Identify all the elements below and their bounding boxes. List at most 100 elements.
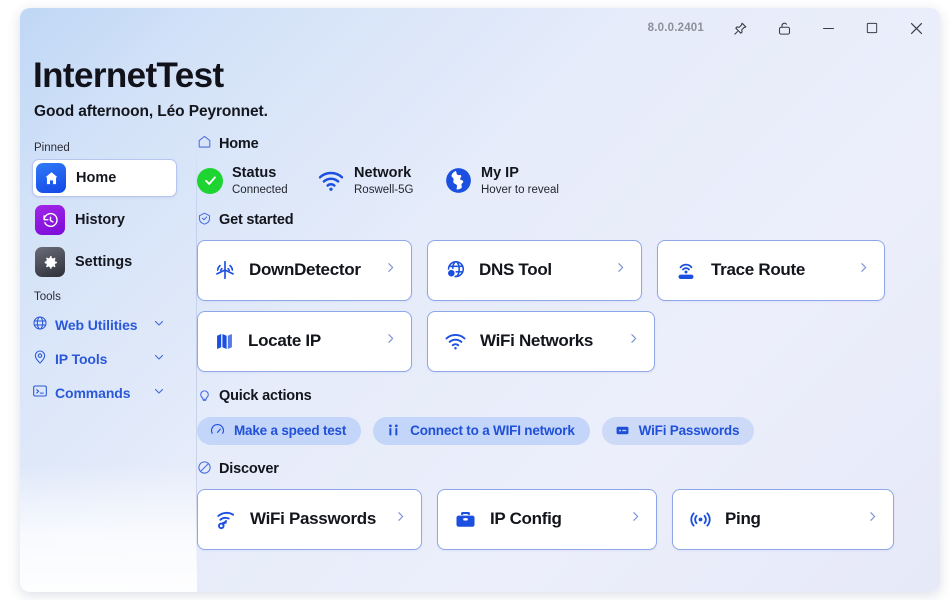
sidebar-item-label: Settings — [75, 254, 133, 270]
map-icon — [214, 331, 235, 352]
main-content: Home Status Connected Network Roswell-5G… — [197, 134, 940, 592]
card-locate-ip[interactable]: Locate IP — [197, 310, 412, 372]
sidebar-fade-overlay — [20, 464, 197, 592]
pill-wifi-passwords[interactable]: WiFi Passwords — [601, 416, 755, 445]
sidebar-item-web-utilities[interactable]: Web Utilities — [32, 308, 177, 342]
close-icon[interactable] — [894, 9, 938, 47]
card-trace-route[interactable]: Trace Route — [657, 239, 885, 301]
lightbulb-icon — [197, 387, 212, 406]
status-tile-status[interactable]: Status Connected — [197, 165, 317, 196]
card-wifi-passwords[interactable]: WiFi Passwords — [197, 488, 422, 550]
sidebar-tool-label: IP Tools — [55, 351, 108, 367]
compass-icon — [197, 460, 212, 479]
terminal-icon — [32, 383, 48, 404]
pill-make-speed-test[interactable]: Make a speed test — [197, 416, 362, 445]
app-window: 8.0.0.2401 InternetTest Good afternoon, … — [20, 8, 940, 592]
card-label: IP Config — [490, 509, 562, 529]
chevron-right-icon — [614, 261, 627, 279]
minimize-icon[interactable] — [806, 9, 850, 47]
chevron-right-icon — [629, 510, 642, 528]
sidebar-tools-header: Tools — [34, 291, 61, 303]
sidebar-item-ip-tools[interactable]: IP Tools — [32, 342, 177, 376]
quick-actions-row: Make a speed test Connect to a WIFI netw… — [197, 416, 940, 445]
chevron-right-icon — [384, 332, 397, 350]
dns-icon — [444, 259, 466, 281]
status-tile-my-ip[interactable]: My IP Hover to reveal — [445, 165, 559, 196]
section-header-quick-actions: Quick actions — [197, 387, 940, 406]
status-title: Status — [232, 165, 277, 181]
sidebar-item-label: Home — [76, 170, 117, 186]
chevron-down-icon — [153, 350, 165, 368]
chevron-right-icon — [394, 510, 407, 528]
maximize-icon[interactable] — [850, 9, 894, 47]
card-ping[interactable]: Ping — [672, 488, 894, 550]
sidebar-item-home[interactable]: Home — [32, 159, 177, 197]
chevron-right-icon — [627, 332, 640, 350]
sidebar-pinned-header: Pinned — [34, 142, 70, 154]
chevron-down-icon — [153, 384, 165, 402]
password-card-icon — [615, 423, 630, 438]
sidebar-item-label: History — [75, 212, 125, 228]
sidebar-item-commands[interactable]: Commands — [32, 376, 177, 410]
section-header-home: Home — [197, 134, 940, 153]
lock-icon[interactable] — [762, 9, 806, 47]
card-downdetector[interactable]: DownDetector — [197, 239, 412, 301]
shield-check-icon — [197, 211, 212, 230]
card-dns-tool[interactable]: DNS Tool — [427, 239, 642, 301]
section-title: Quick actions — [219, 388, 312, 405]
check-circle-icon — [197, 167, 223, 194]
sidebar-item-history[interactable]: History — [32, 201, 177, 239]
pill-label: Connect to a WIFI network — [410, 423, 575, 439]
card-label: WiFi Passwords — [250, 509, 377, 529]
location-pin-icon — [32, 349, 48, 370]
wifi-key-icon — [214, 508, 237, 531]
globe-icon — [32, 315, 48, 336]
status-subtitle: Roswell-5G — [354, 183, 414, 196]
globe-filled-icon — [445, 167, 472, 194]
status-subtitle: Connected — [232, 183, 288, 196]
page-title: InternetTest — [33, 56, 224, 95]
card-label: Locate IP — [248, 331, 321, 351]
home-icon — [36, 163, 66, 193]
pill-connect-wifi-network[interactable]: Connect to a WIFI network — [373, 416, 590, 445]
gear-icon — [35, 247, 65, 277]
section-title: Discover — [219, 461, 279, 478]
sidebar-tool-label: Commands — [55, 385, 131, 401]
status-title: Network — [354, 165, 412, 181]
sidebar-item-settings[interactable]: Settings — [32, 243, 177, 281]
pill-label: WiFi Passwords — [638, 423, 740, 439]
sidebar-tool-label: Web Utilities — [55, 317, 138, 333]
chevron-right-icon — [857, 261, 870, 279]
router-icon — [674, 258, 698, 282]
status-subtitle: Hover to reveal — [481, 183, 559, 196]
section-header-discover: Discover — [197, 460, 940, 479]
connect-icon — [386, 423, 401, 438]
history-icon — [35, 205, 65, 235]
card-label: WiFi Networks — [480, 331, 594, 351]
chevron-right-icon — [866, 510, 879, 528]
downdetector-icon — [214, 259, 236, 281]
section-title: Home — [219, 135, 259, 152]
chevron-right-icon — [384, 261, 397, 279]
get-started-cards-row-2: Locate IP WiFi Networks — [197, 310, 940, 372]
status-title: My IP — [481, 165, 519, 181]
pin-icon[interactable] — [718, 9, 762, 47]
title-bar: 8.0.0.2401 — [20, 8, 940, 48]
card-wifi-networks[interactable]: WiFi Networks — [427, 310, 655, 372]
card-ip-config[interactable]: IP Config — [437, 488, 657, 550]
signal-icon — [689, 508, 712, 531]
wifi-icon — [444, 330, 467, 353]
sidebar: Pinned Home History Settings Tools Web U… — [20, 134, 197, 592]
version-label: 8.0.0.2401 — [647, 22, 704, 34]
discover-cards-row: WiFi Passwords IP Config Ping — [197, 488, 940, 550]
speedometer-icon — [210, 423, 225, 438]
home-outline-icon — [197, 134, 212, 153]
toolbox-icon — [454, 508, 477, 531]
section-header-get-started: Get started — [197, 211, 940, 230]
get-started-cards-row-1: DownDetector DNS Tool Trace Route — [197, 239, 940, 301]
status-row: Status Connected Network Roswell-5G My I… — [197, 165, 940, 196]
card-label: Trace Route — [711, 260, 806, 280]
status-tile-network[interactable]: Network Roswell-5G — [317, 165, 445, 196]
greeting-text: Good afternoon, Léo Peyronnet. — [34, 103, 268, 120]
section-title: Get started — [219, 212, 294, 229]
